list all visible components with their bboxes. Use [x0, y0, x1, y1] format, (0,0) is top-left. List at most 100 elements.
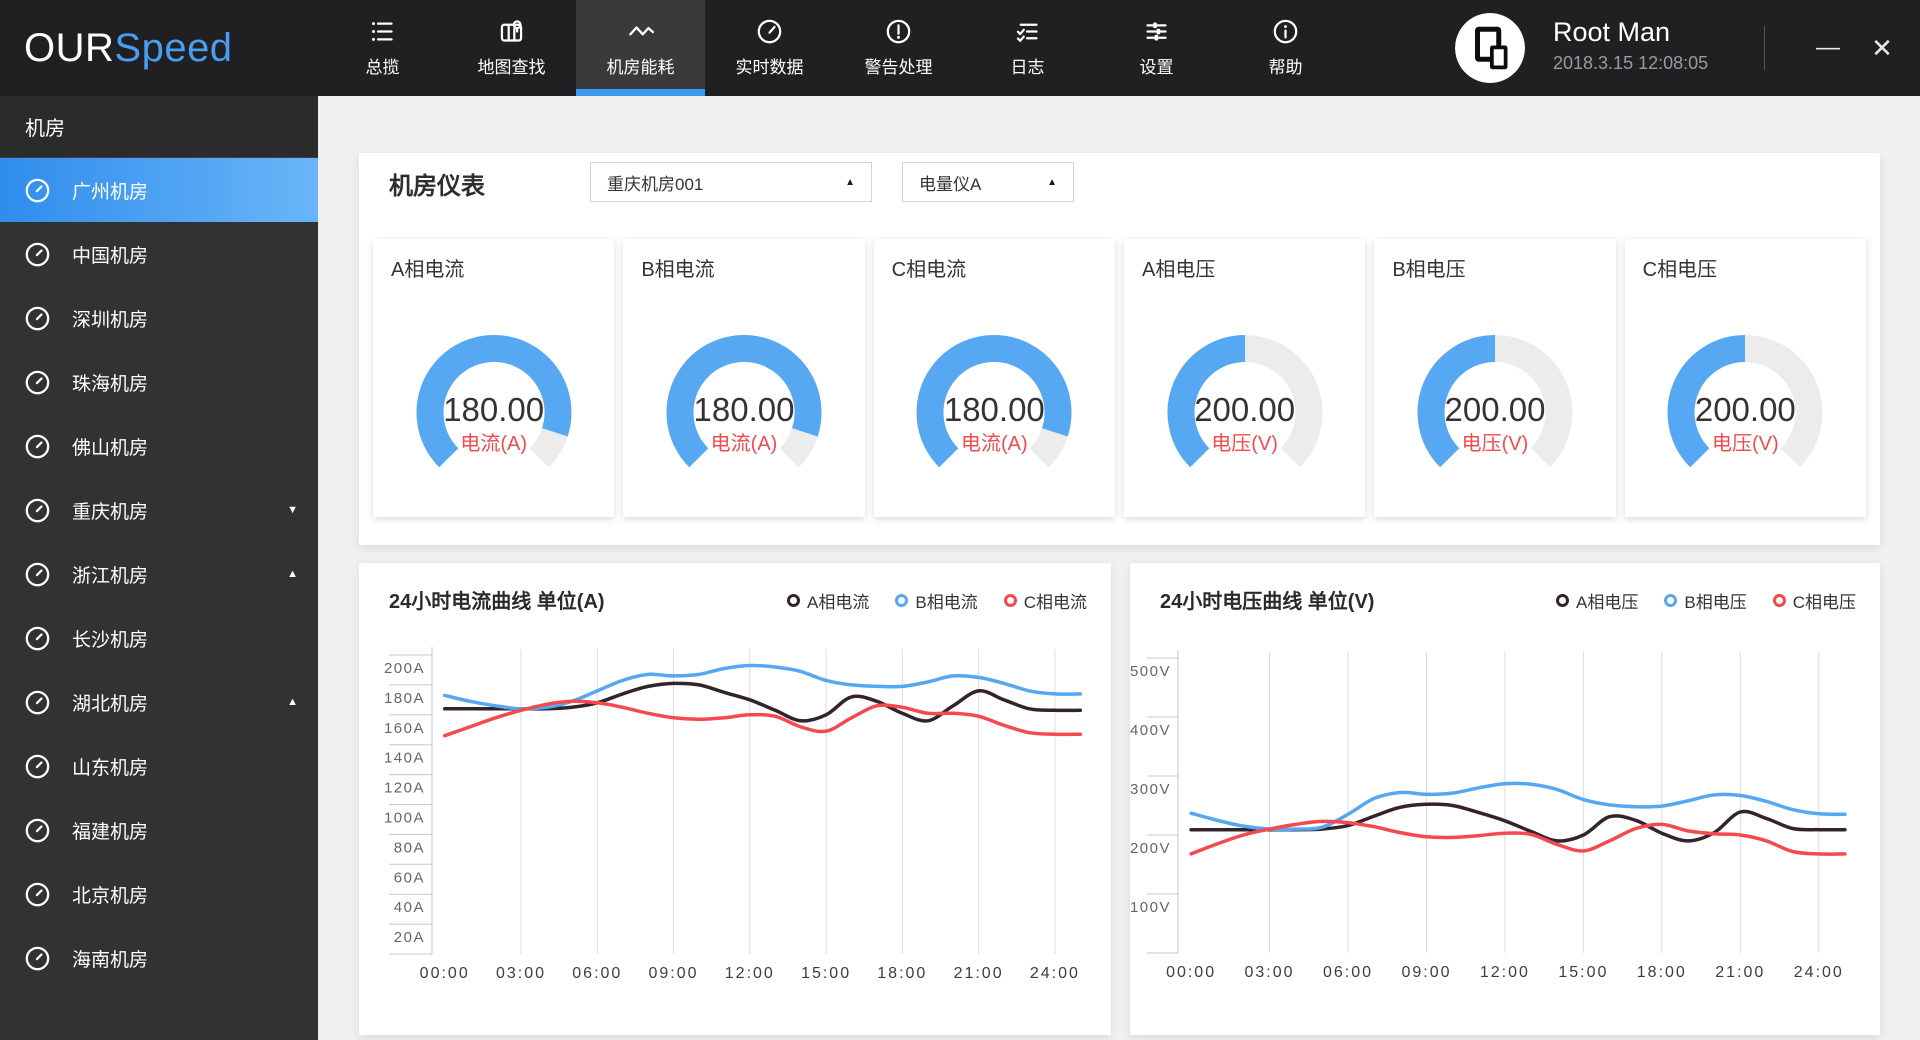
current-line-chart: 200A 180A 160A 140A 120A 100A 80A 60A 40A 20A 00:0…	[384, 647, 1083, 982]
avatar[interactable]	[1455, 13, 1525, 83]
gauge-unit-label: 电流(A)	[960, 433, 1028, 455]
sidebar-item-label: 中国机房	[72, 245, 149, 267]
gauge-value: 180.00	[443, 391, 545, 428]
nav-tab-label: 总揽	[365, 58, 400, 77]
nav-tab-日志[interactable]: 日志	[963, 0, 1092, 96]
svg-text:06:00: 06:00	[572, 965, 622, 982]
sidebar-item-海南机房[interactable]: 海南机房	[0, 926, 318, 990]
gauge-value: 200.00	[1444, 391, 1546, 428]
nav-tab-label: 警告处理	[864, 58, 933, 77]
gauge-icon	[25, 306, 50, 330]
close-button[interactable]: ✕	[1855, 0, 1909, 96]
svg-text:18:00: 18:00	[1637, 964, 1687, 981]
sidebar-item-浙江机房[interactable]: 浙江机房 ▲	[0, 542, 318, 606]
nav-tab-label: 日志	[1010, 58, 1045, 77]
topbar: OUR Speed 总揽 地图查找 机房能耗 实时数据 警告处理 日志 设置 帮助 Root M…	[0, 0, 1920, 96]
meter-select[interactable]: 电量仪A ▲	[902, 162, 1074, 202]
svg-text:00:00: 00:00	[420, 965, 470, 982]
svg-text:03:00: 03:00	[496, 965, 546, 982]
meter-select-value: 电量仪A	[919, 174, 982, 194]
log-icon	[1016, 23, 1038, 42]
sidebar-item-label: 浙江机房	[72, 565, 149, 587]
sidebar-item-label: 深圳机房	[72, 309, 149, 331]
gauge-value: 180.00	[693, 391, 795, 428]
sidebar-item-北京机房[interactable]: 北京机房	[0, 862, 318, 926]
help-icon	[1273, 19, 1298, 44]
sidebar-item-中国机房[interactable]: 中国机房	[0, 222, 318, 286]
caret-down-icon[interactable]: ▼	[287, 504, 298, 516]
room-select[interactable]: 重庆机房001 ▲	[590, 162, 872, 202]
minimize-button[interactable]: —	[1801, 0, 1855, 96]
gauge-unit-label: 电压(V)	[1711, 433, 1779, 455]
caret-up-icon[interactable]: ▲	[287, 568, 298, 580]
sidebar-item-福建机房[interactable]: 福建机房	[0, 798, 318, 862]
nav-tab-地图查找[interactable]: 地图查找	[447, 0, 576, 96]
sidebar-item-label: 海南机房	[72, 949, 149, 971]
nav-tab-label: 设置	[1139, 58, 1174, 77]
pulse-icon	[629, 26, 654, 36]
gauge-icon	[25, 754, 50, 778]
sidebar-item-重庆机房[interactable]: 重庆机房 ▼	[0, 478, 318, 542]
nav-tab-警告处理[interactable]: 警告处理	[834, 0, 963, 96]
gauge-icon	[25, 626, 50, 650]
sidebar-item-佛山机房[interactable]: 佛山机房	[0, 414, 318, 478]
svg-text:140A: 140A	[384, 750, 425, 767]
gauge-icon	[25, 882, 50, 906]
sidebar-item-label: 珠海机房	[72, 373, 149, 395]
nav-tab-设置[interactable]: 设置	[1092, 0, 1221, 96]
gauge-unit-label: 电流(A)	[460, 433, 527, 455]
nav-tab-总揽[interactable]: 总揽	[318, 0, 447, 96]
gauge-value: 180.00	[943, 391, 1045, 428]
speedometer-icon	[757, 19, 782, 44]
svg-text:12:00: 12:00	[725, 965, 775, 982]
nav-tab-机房能耗[interactable]: 机房能耗	[576, 0, 705, 96]
sidebar-item-label: 长沙机房	[72, 629, 149, 651]
gauge-icon	[25, 562, 50, 586]
sidebar-item-label: 北京机房	[72, 885, 149, 907]
svg-text:24:00: 24:00	[1030, 965, 1080, 982]
gauge-icon	[25, 690, 50, 714]
sidebar-item-湖北机房[interactable]: 湖北机房 ▲	[0, 670, 318, 734]
svg-text:180A: 180A	[384, 690, 425, 707]
main-nav: 总揽 地图查找 机房能耗 实时数据 警告处理 日志 设置 帮助	[318, 0, 1350, 96]
caret-up-icon: ▲	[1047, 176, 1057, 188]
svg-text:09:00: 09:00	[648, 965, 698, 982]
svg-text:15:00: 15:00	[801, 965, 851, 982]
gauge-unit-label: 电流(A)	[710, 433, 778, 455]
settings-icon	[1146, 22, 1167, 41]
gauge-card-title: C相电流	[891, 259, 967, 281]
sidebar-item-label: 湖北机房	[72, 693, 149, 715]
nav-tab-实时数据[interactable]: 实时数据	[705, 0, 834, 96]
sidebar-item-长沙机房[interactable]: 长沙机房	[0, 606, 318, 670]
caret-up-icon[interactable]: ▲	[287, 696, 298, 708]
sidebar-item-山东机房[interactable]: 山东机房	[0, 734, 318, 798]
svg-text:300V: 300V	[1130, 781, 1171, 798]
gauge-card-B相电流: B相电流 180.00 电流(A)	[623, 239, 865, 517]
gauge-card-title: A相电压	[1141, 259, 1216, 281]
user-name: Root Man	[1553, 17, 1671, 47]
svg-text:40A: 40A	[394, 899, 425, 916]
svg-text:500V: 500V	[1130, 663, 1171, 680]
svg-text:24:00: 24:00	[1794, 964, 1844, 981]
svg-text:15:00: 15:00	[1558, 964, 1608, 981]
sidebar-item-list: 广州机房中国机房深圳机房珠海机房佛山机房 重庆机房 ▼ 浙江机房 ▲ 长沙机房湖北机房 ▲ 山…	[0, 158, 318, 990]
app-logo: OUR Speed	[24, 0, 233, 96]
sidebar-item-深圳机房[interactable]: 深圳机房	[0, 286, 318, 350]
gauge-card-title: B相电流	[641, 259, 715, 281]
svg-text:100V: 100V	[1130, 899, 1171, 916]
datetime-label: 2018.3.15 12:08:05	[1553, 53, 1709, 73]
map-search-icon	[500, 20, 523, 42]
logo-text-primary: OUR	[24, 25, 115, 70]
meters-panel-title: 机房仪表	[389, 173, 485, 200]
svg-text:06:00: 06:00	[1323, 964, 1373, 981]
sidebar-item-广州机房[interactable]: 广州机房	[0, 158, 318, 222]
nav-tab-label: 机房能耗	[606, 58, 675, 77]
user-info: Root Man 2018.3.15 12:08:05	[1553, 17, 1708, 74]
gauge-card-C相电压: C相电压 200.00 电压(V)	[1624, 239, 1866, 517]
gauge-icon	[25, 178, 50, 202]
sidebar-item-珠海机房[interactable]: 珠海机房	[0, 350, 318, 414]
alert-icon	[886, 19, 911, 44]
nav-tab-帮助[interactable]: 帮助	[1221, 0, 1350, 96]
gauge-card-row: A相电流 180.00 电流(A) B相电流 180.00 电流(A) C相电流 180.00…	[373, 239, 1866, 517]
gauge-unit-label: 电压(V)	[1461, 433, 1529, 455]
